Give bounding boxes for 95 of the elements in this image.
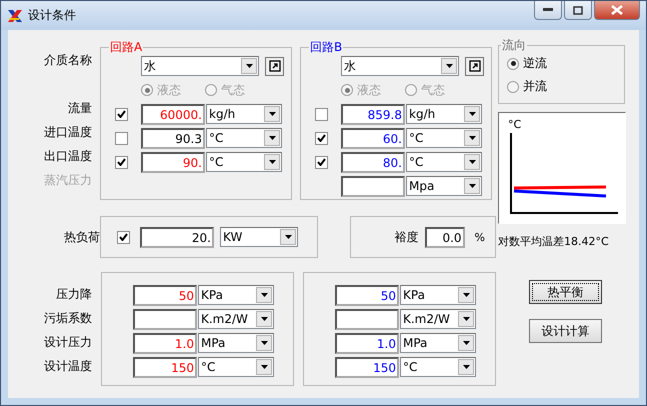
medium-dropdown[interactable]: 水 (341, 56, 459, 76)
checkbox[interactable] (117, 230, 130, 244)
flow-radio[interactable]: 逆流 (507, 52, 624, 75)
maximize-icon (573, 6, 583, 14)
field-label: 设计压力 (44, 334, 92, 350)
value-field[interactable]: 60. (341, 128, 405, 148)
value-field[interactable]: 50 (335, 284, 399, 306)
unit-dropdown[interactable]: °C (198, 357, 274, 377)
unit-dropdown[interactable]: K.m2/W (198, 309, 274, 329)
field-label: 设计温度 (44, 358, 92, 374)
dropdown-value: °C (408, 155, 424, 169)
unit-dropdown[interactable]: kg/h (206, 104, 282, 124)
value-field[interactable]: 150 (335, 356, 399, 378)
value-field[interactable]: 50 (133, 284, 197, 306)
dropdown-value: °C (408, 131, 424, 145)
value-field[interactable]: 859.8 (341, 104, 405, 124)
unit-label: % (474, 230, 485, 244)
dropdown-value: Mpa (408, 179, 436, 193)
open-icon (268, 60, 280, 72)
checkbox[interactable] (115, 156, 128, 168)
action-button[interactable]: 热平衡 (529, 280, 602, 304)
group-title: 流向 (501, 38, 527, 52)
unit-dropdown[interactable]: KPa (400, 285, 476, 305)
open-button[interactable] (465, 56, 484, 76)
dropdown-value: 水 (143, 58, 157, 74)
dropdown-value: MPa (402, 336, 428, 350)
dropdown-value: K.m2/W (402, 312, 451, 326)
app-logo-icon (7, 8, 23, 24)
value-field[interactable]: 1.0 (133, 332, 197, 354)
flow-radio[interactable]: 并流 (507, 75, 624, 98)
unit-dropdown[interactable]: °C (406, 152, 482, 172)
window-title: 设计条件 (28, 7, 76, 24)
value-field[interactable]: 90.3 (141, 128, 205, 148)
unit-dropdown[interactable]: MPa (400, 333, 476, 353)
medium-dropdown[interactable]: 水 (141, 56, 259, 76)
axis-label: °C (508, 119, 522, 131)
value-field[interactable]: 20. (140, 226, 214, 248)
field-label: 压力降 (56, 286, 92, 302)
chart-caption: 对数平均温差18.42°C (498, 234, 609, 249)
close-button[interactable] (594, 1, 640, 20)
dropdown-value: KW (222, 230, 244, 244)
field-label: 介质名称 (44, 52, 92, 68)
dropdown-value: K.m2/W (200, 312, 249, 326)
dropdown-value: KPa (200, 288, 224, 302)
value-field[interactable]: 60000. (141, 104, 205, 124)
unit-dropdown[interactable]: °C (400, 357, 476, 377)
open-icon (468, 60, 480, 72)
value-field[interactable] (133, 308, 197, 330)
radio-circle[interactable] (507, 58, 519, 70)
unit-dropdown[interactable]: K.m2/W (400, 309, 476, 329)
maximize-button[interactable] (564, 1, 592, 20)
checkbox[interactable] (115, 108, 128, 120)
group-title: 回路A (109, 40, 144, 54)
dropdown-value: KPa (402, 288, 426, 302)
field-label: 热负荷 (64, 228, 100, 246)
unit-dropdown[interactable]: MPa (198, 333, 274, 353)
value-field[interactable]: 1.0 (335, 332, 399, 354)
checkbox[interactable] (115, 132, 128, 144)
close-icon (611, 5, 623, 15)
minimize-icon (543, 8, 553, 12)
field-label: 污垢系数 (44, 310, 92, 326)
unit-dropdown[interactable]: KW (220, 227, 298, 247)
group-title: 回路B (309, 40, 344, 54)
open-button[interactable] (265, 56, 284, 76)
checkbox[interactable] (315, 156, 328, 168)
value-field[interactable] (341, 176, 405, 196)
field-label: 出口温度 (44, 148, 92, 164)
dropdown-value: kg/h (208, 107, 236, 121)
value-field[interactable]: 80. (341, 152, 405, 172)
unit-dropdown[interactable]: °C (406, 128, 482, 148)
value-field[interactable]: 90. (141, 152, 205, 172)
dropdown-value: °C (402, 360, 418, 374)
value-field[interactable]: 150 (133, 356, 197, 378)
field-label: 流量 (68, 100, 92, 116)
field-label: 进口温度 (44, 124, 92, 140)
field-label: 蒸汽压力 (44, 172, 92, 188)
field-label: 裕度 (394, 228, 419, 246)
dropdown-value: kg/h (408, 107, 436, 121)
action-button[interactable]: 设计计算 (529, 319, 602, 343)
minimize-button[interactable] (534, 1, 562, 20)
dropdown-value: °C (200, 360, 216, 374)
dropdown-value: °C (208, 155, 224, 169)
value-field[interactable]: 0.0 (424, 226, 465, 248)
unit-dropdown[interactable]: °C (206, 152, 282, 172)
checkbox[interactable] (315, 108, 328, 120)
dropdown-value: MPa (200, 336, 226, 350)
checkbox[interactable] (315, 132, 328, 144)
unit-dropdown[interactable]: °C (206, 128, 282, 148)
radio-circle[interactable] (507, 80, 519, 92)
unit-dropdown[interactable]: kg/h (406, 104, 482, 124)
value-field[interactable] (335, 308, 399, 330)
unit-dropdown[interactable]: Mpa (406, 176, 482, 196)
unit-dropdown[interactable]: KPa (198, 285, 274, 305)
dropdown-value: °C (208, 131, 224, 145)
dropdown-value: 水 (343, 58, 357, 74)
